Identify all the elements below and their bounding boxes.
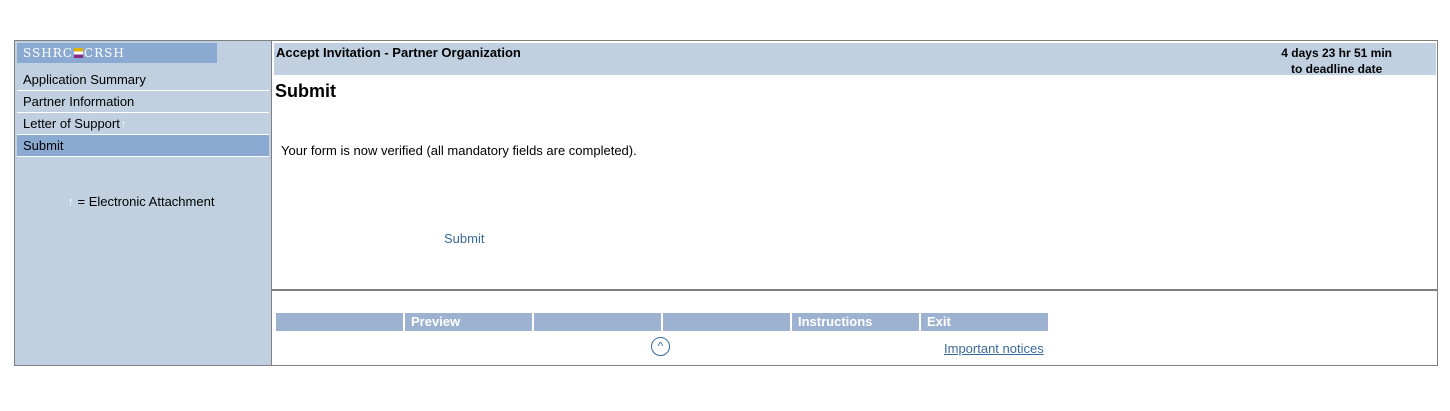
sidebar-item-submit[interactable]: Submit — [17, 135, 269, 157]
sshrc-logo: SSHRC CRSH — [17, 43, 217, 63]
sidebar-item-letter-of-support[interactable]: Letter of Support↑ — [17, 113, 269, 135]
exit-button[interactable]: Exit — [921, 313, 1048, 331]
sidebar-item-label: Submit — [23, 138, 64, 153]
back-to-top-icon[interactable]: ^ — [651, 337, 670, 356]
application-frame: SSHRC CRSH Application Summary Partner In… — [14, 40, 1438, 366]
deadline-caption: to deadline date — [1290, 62, 1383, 76]
sidebar-item-application-summary[interactable]: Application Summary — [17, 69, 269, 91]
bottom-toolbar: Preview Instructions Exit — [276, 313, 1048, 331]
sidebar-item-partner-information[interactable]: Partner Information — [17, 91, 269, 113]
deadline-time: 4 days 23 hr 51 min — [1281, 46, 1392, 60]
attachment-icon: ↑ — [68, 196, 74, 208]
toolbar-empty-cell — [534, 313, 661, 331]
header-bar: Accept Invitation - Partner Organization… — [274, 43, 1436, 77]
deadline-countdown: 4 days 23 hr 51 min to deadline date — [1281, 45, 1392, 77]
toolbar-empty-cell — [663, 313, 790, 331]
important-notices-link[interactable]: Important notices — [944, 341, 1044, 356]
logo-left: SSHRC — [23, 46, 73, 60]
sidebar-item-label: Letter of Support — [23, 116, 120, 131]
sidebar-item-label: Application Summary — [23, 72, 146, 87]
header-title: Accept Invitation - Partner Organization — [276, 45, 521, 60]
canada-flag-icon — [73, 48, 83, 58]
verification-message: Your form is now verified (all mandatory… — [281, 143, 637, 158]
attachment-icon: ↑ — [120, 119, 126, 130]
logo-right: CRSH — [83, 46, 125, 60]
sidebar: SSHRC CRSH Application Summary Partner In… — [15, 41, 272, 365]
submit-button[interactable]: Submit — [444, 231, 484, 246]
sidebar-nav: Application Summary Partner Information … — [17, 69, 269, 157]
logo-text: SSHRC CRSH — [23, 46, 125, 60]
main-content: Accept Invitation - Partner Organization… — [272, 41, 1437, 291]
preview-button[interactable]: Preview — [405, 313, 532, 331]
attachment-legend: ↑ = Electronic Attachment — [67, 194, 214, 209]
toolbar-empty-cell — [276, 313, 403, 331]
instructions-button[interactable]: Instructions — [792, 313, 919, 331]
page-title: Submit — [275, 81, 336, 101]
sidebar-item-label: Partner Information — [23, 94, 135, 109]
legend-label: = Electronic Attachment — [77, 194, 215, 209]
